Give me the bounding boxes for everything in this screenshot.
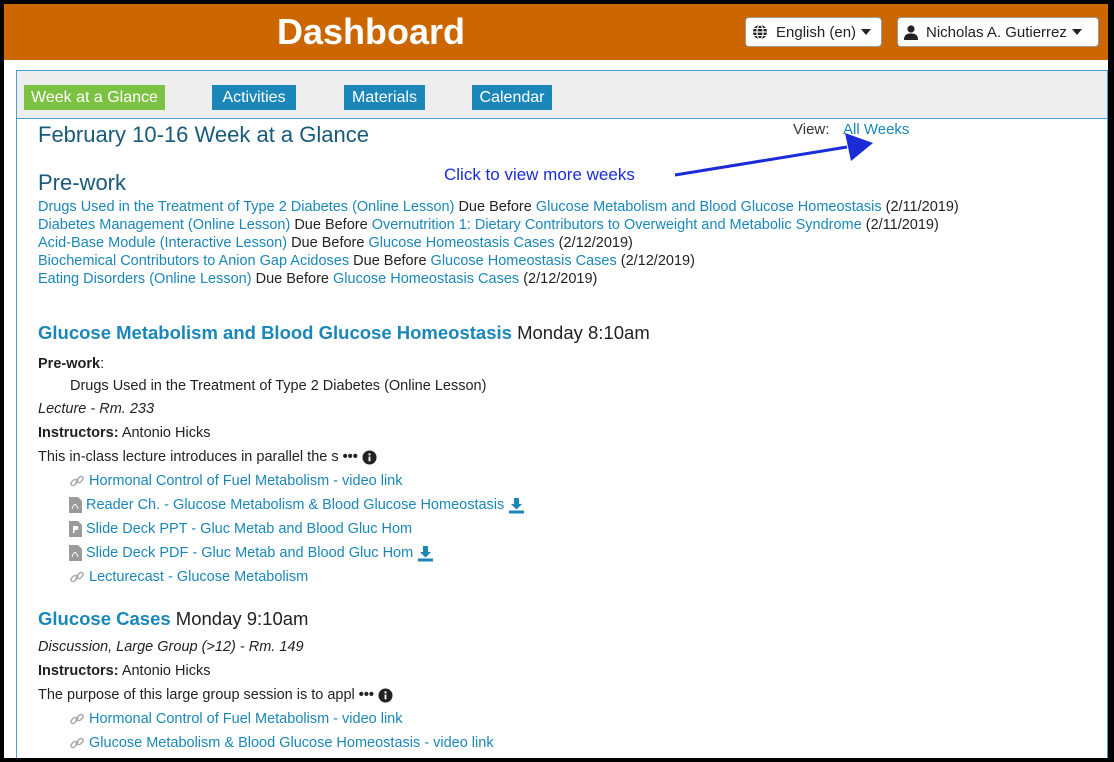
page-title: Dashboard <box>277 11 466 52</box>
due-date: (2/11/2019) <box>885 199 959 215</box>
user-icon <box>904 24 918 40</box>
arrow-icon <box>674 133 873 177</box>
resource-link[interactable]: Lecturecast - Glucose Metabolism <box>89 567 308 587</box>
resource-item[interactable]: Slide Deck PPT - Gluc Metab and Blood Gl… <box>69 519 412 539</box>
prework-heading: Pre-work <box>38 170 127 195</box>
more-ellipsis-button[interactable]: ••• <box>343 449 358 465</box>
session-prework-link[interactable]: Drugs Used in the Treatment of Type 2 Di… <box>70 376 486 396</box>
due-date: (2/12/2019) <box>523 271 598 287</box>
user-menu-dropdown[interactable]: Nicholas A. Gutierrez <box>897 17 1099 47</box>
session-link[interactable]: Overnutrition 1: Dietary Contributors to… <box>372 217 862 233</box>
link-icon <box>69 735 85 751</box>
chevron-down-icon <box>1071 29 1082 35</box>
resource-link[interactable]: Hormonal Control of Fuel Metabolism - vi… <box>89 471 403 491</box>
prework-list: Drugs Used in the Treatment of Type 2 Di… <box>38 198 959 288</box>
instructors-line: Instructors: Antonio Hicks <box>38 423 210 443</box>
session-link[interactable]: Glucose Homeostasis Cases <box>368 235 554 251</box>
description-text: This in-class lecture introduces in para… <box>38 449 339 465</box>
resource-item[interactable]: Reader Ch. - Glucose Metabolism & Blood … <box>69 495 525 515</box>
tab-week-at-a-glance[interactable]: Week at a Glance <box>24 85 165 110</box>
prework-label: Pre-work <box>38 356 101 372</box>
resource-item[interactable]: Hormonal Control of Fuel Metabolism - vi… <box>69 709 403 729</box>
chevron-down-icon <box>861 29 872 35</box>
resource-item[interactable]: Lecturecast - Glucose Metabolism <box>69 567 308 587</box>
download-icon[interactable] <box>508 497 525 514</box>
resource-item[interactable]: Slide Deck PDF - Gluc Metab and Blood Gl… <box>69 543 434 563</box>
list-item: Diabetes Management (Online Lesson) Due … <box>38 216 959 234</box>
instructors-value: Antonio Hicks <box>121 425 211 441</box>
tab-activities[interactable]: Activities <box>212 85 296 110</box>
week-title: February 10-16 Week at a Glance <box>38 122 369 147</box>
session-link[interactable]: Glucose Homeostasis Cases <box>431 253 617 269</box>
prework-item-link[interactable]: Acid-Base Module (Interactive Lesson) <box>38 235 287 251</box>
link-icon <box>69 569 85 585</box>
due-label: Due Before <box>255 271 329 287</box>
session-time: Monday 8:10am <box>517 322 650 343</box>
instructors-value: Antonio Hicks <box>121 663 211 679</box>
resource-item[interactable]: Hormonal Control of Fuel Metabolism - vi… <box>69 471 403 491</box>
prework-item-link[interactable]: Drugs Used in the Treatment of Type 2 Di… <box>38 199 454 215</box>
session-heading: Glucose Cases Monday 9:10am <box>38 606 308 632</box>
top-bar: Dashboard English (en) Nicholas A. Gutie… <box>4 4 1108 60</box>
description-text: The purpose of this large group session … <box>38 687 355 703</box>
due-label: Due Before <box>458 199 532 215</box>
list-item: Acid-Base Module (Interactive Lesson) Du… <box>38 234 959 252</box>
user-name: Nicholas A. Gutierrez <box>926 23 1067 41</box>
language-label: English (en) <box>776 23 857 41</box>
session-description: The purpose of this large group session … <box>38 685 393 705</box>
due-date: (2/12/2019) <box>620 253 695 269</box>
list-item: Biochemical Contributors to Anion Gap Ac… <box>38 252 959 270</box>
globe-icon <box>752 24 768 40</box>
session-type: Discussion, Large Group (>12) - Rm. 149 <box>38 639 304 655</box>
download-icon[interactable] <box>417 545 434 562</box>
session-description: This in-class lecture introduces in para… <box>38 447 377 467</box>
instructors-label: Instructors: <box>38 425 119 441</box>
due-label: Due Before <box>294 217 368 233</box>
session-time: Monday 9:10am <box>175 608 309 629</box>
more-ellipsis-button[interactable]: ••• <box>359 687 374 703</box>
due-date: (2/12/2019) <box>558 235 633 251</box>
resource-item[interactable]: Glucose Metabolism & Blood Glucose Homeo… <box>69 733 494 753</box>
info-icon[interactable] <box>362 450 377 465</box>
session-title-link[interactable]: Glucose Cases <box>38 608 171 629</box>
resource-link[interactable]: Glucose Metabolism & Blood Glucose Homeo… <box>89 733 494 753</box>
language-dropdown[interactable]: English (en) <box>745 17 882 47</box>
prework-item-link[interactable]: Biochemical Contributors to Anion Gap Ac… <box>38 253 349 269</box>
due-label: Due Before <box>353 253 427 269</box>
due-date: (2/11/2019) <box>865 217 939 233</box>
prework-colon: : <box>100 356 105 372</box>
instructors-line: Instructors: Antonio Hicks <box>38 661 210 681</box>
list-item: Eating Disorders (Online Lesson) Due Bef… <box>38 270 959 288</box>
resource-link[interactable]: Hormonal Control of Fuel Metabolism - vi… <box>89 709 403 729</box>
instructors-label: Instructors: <box>38 663 119 679</box>
session-link[interactable]: Glucose Metabolism and Blood Glucose Hom… <box>536 199 882 215</box>
prework-item-link[interactable]: Diabetes Management (Online Lesson) <box>38 217 290 233</box>
info-icon[interactable] <box>378 688 393 703</box>
session-title-link[interactable]: Glucose Metabolism and Blood Glucose Hom… <box>38 322 512 343</box>
resource-link[interactable]: Reader Ch. - Glucose Metabolism & Blood … <box>86 495 504 515</box>
ppt-icon <box>69 521 82 537</box>
session-link[interactable]: Glucose Homeostasis Cases <box>333 271 519 287</box>
tab-materials[interactable]: Materials <box>344 85 425 110</box>
session-prework-label-line: Pre-work: <box>38 354 104 374</box>
tab-calendar[interactable]: Calendar <box>472 85 552 110</box>
session-heading: Glucose Metabolism and Blood Glucose Hom… <box>38 320 650 346</box>
link-icon <box>69 473 85 489</box>
link-icon <box>69 711 85 727</box>
prework-item-link[interactable]: Eating Disorders (Online Lesson) <box>38 271 252 287</box>
pdf-icon <box>69 497 82 513</box>
callout-annotation: Click to view more weeks <box>444 165 635 184</box>
tab-bar: Week at a Glance Activities Materials Ca… <box>17 71 1107 119</box>
list-item: Drugs Used in the Treatment of Type 2 Di… <box>38 198 959 216</box>
due-label: Due Before <box>291 235 365 251</box>
resource-link[interactable]: Slide Deck PDF - Gluc Metab and Blood Gl… <box>86 543 413 563</box>
main-panel: Week at a Glance Activities Materials Ca… <box>16 70 1108 758</box>
browser-frame: Dashboard English (en) Nicholas A. Gutie… <box>4 4 1108 758</box>
pdf-icon <box>69 545 82 561</box>
resource-link[interactable]: Slide Deck PPT - Gluc Metab and Blood Gl… <box>86 519 412 539</box>
session-type: Lecture - Rm. 233 <box>38 401 155 417</box>
